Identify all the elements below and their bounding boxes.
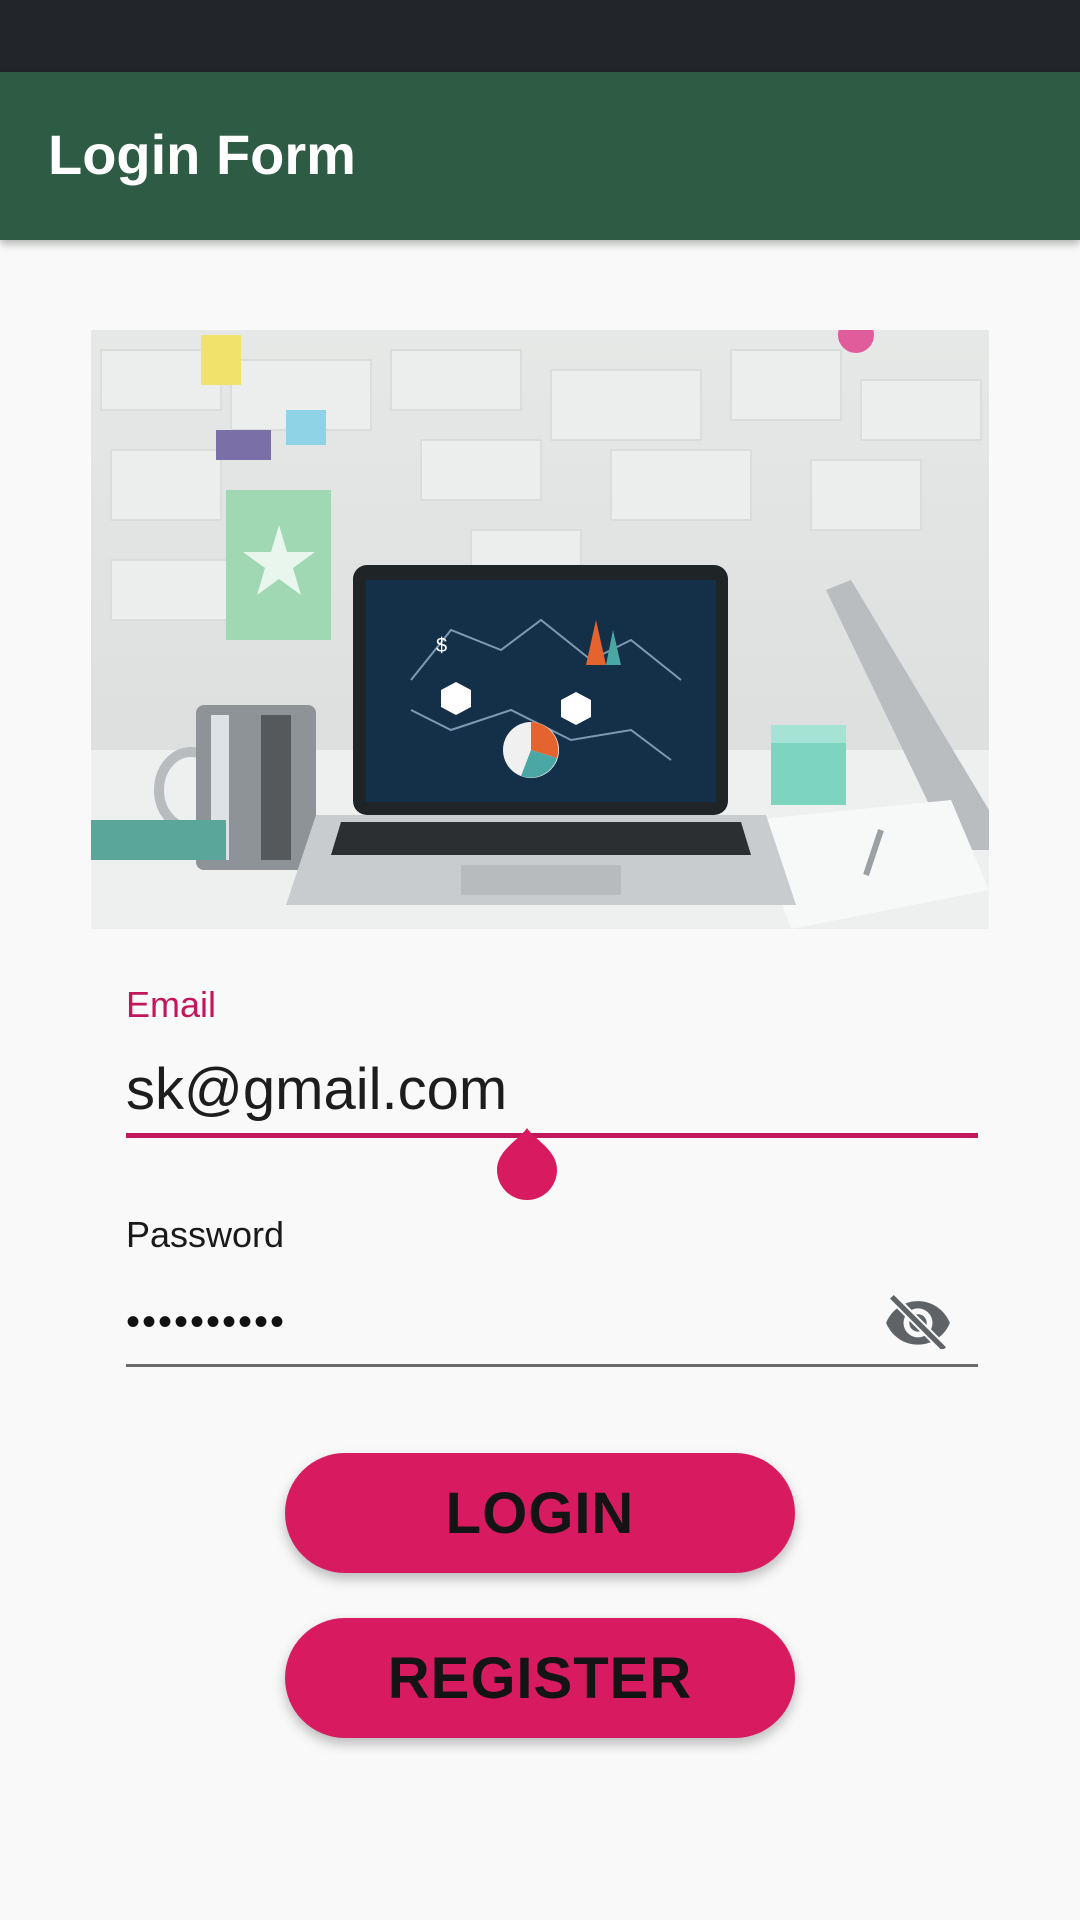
password-label: Password (126, 1214, 285, 1255)
password-input[interactable]: •••••••••• (126, 1300, 286, 1345)
password-underline (126, 1364, 978, 1367)
register-button[interactable]: REGISTER (285, 1618, 795, 1738)
hero-image: $ (91, 330, 989, 929)
laptop-desk-illustration: $ (91, 330, 989, 929)
app-bar: Login Form (0, 72, 1080, 240)
email-input[interactable]: sk@gmail.com (126, 1056, 507, 1123)
status-bar (0, 0, 1080, 72)
login-button[interactable]: LOGIN (285, 1453, 795, 1573)
visibility-off-icon (886, 1293, 950, 1349)
svg-text:$: $ (436, 635, 447, 657)
toggle-password-visibility-button[interactable] (880, 1290, 956, 1350)
text-cursor-handle[interactable] (497, 1128, 557, 1200)
email-label: Email (126, 984, 217, 1025)
page-title: Login Form (48, 123, 356, 186)
